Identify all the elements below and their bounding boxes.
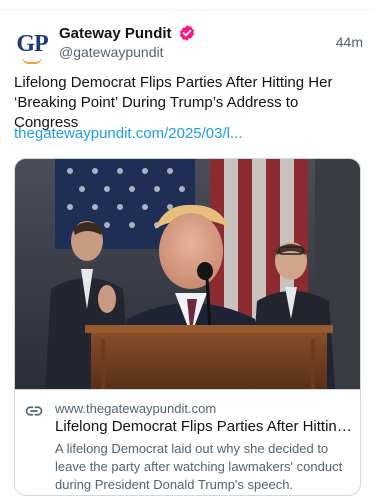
card-title[interactable]: Lifelong Democrat Flips Parties After Hi…: [55, 418, 355, 435]
card-description: A lifelong Democrat laid out why she dec…: [55, 441, 343, 492]
post-link[interactable]: thegatewaypundit.com/2025/03/l...: [14, 125, 243, 142]
link-preview-meta[interactable]: www.thegatewaypundit.com Lifelong Democr…: [15, 389, 360, 495]
avatar-logo-swoosh: [22, 57, 42, 64]
author-name-row: Gateway Pundit: [59, 24, 196, 42]
post-text: Lifelong Democrat Flips Parties After Hi…: [14, 74, 333, 131]
display-name[interactable]: Gateway Pundit: [59, 25, 172, 42]
link-icon: [25, 402, 43, 420]
verified-badge-icon: [178, 24, 196, 42]
post-timestamp[interactable]: 44m: [336, 34, 363, 50]
avatar[interactable]: GP: [14, 30, 50, 66]
card-domain: www.thegatewaypundit.com: [55, 401, 217, 416]
link-preview-card[interactable]: www.thegatewaypundit.com Lifelong Democr…: [14, 158, 361, 496]
link-preview-image[interactable]: [15, 159, 360, 389]
author-handle[interactable]: @gatewaypundit: [59, 44, 164, 60]
post[interactable]: GP Gateway Pundit @gatewaypundit 44m Lif…: [0, 10, 375, 500]
avatar-logo-text: GP: [16, 31, 48, 57]
